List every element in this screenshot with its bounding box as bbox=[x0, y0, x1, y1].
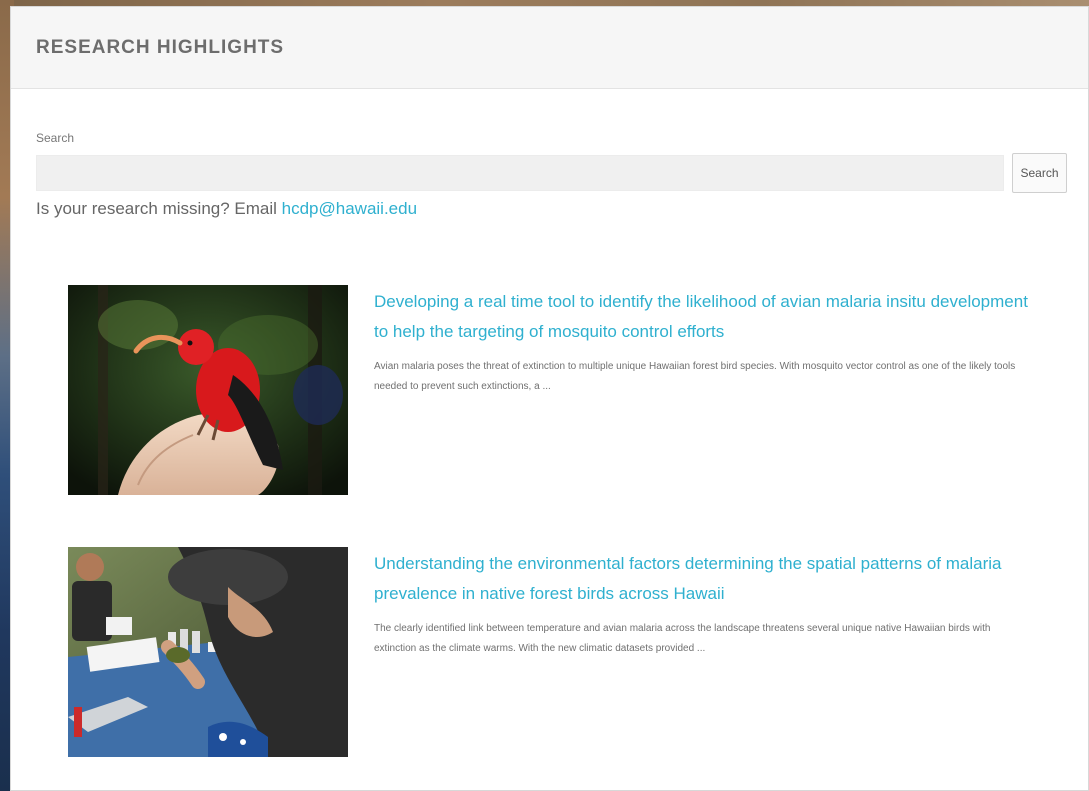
contact-email-link[interactable]: hcdp@hawaii.edu bbox=[282, 199, 417, 218]
missing-research-text: Is your research missing? Email bbox=[36, 199, 282, 218]
list-item: Understanding the environmental factors … bbox=[68, 547, 1088, 790]
missing-research-line: Is your research missing? Email hcdp@haw… bbox=[36, 199, 1067, 219]
results-list: Developing a real time tool to identify … bbox=[11, 219, 1088, 790]
list-item: Developing a real time tool to identify … bbox=[68, 285, 1088, 547]
search-button[interactable]: Search bbox=[1012, 153, 1067, 193]
result-title-link[interactable]: Understanding the environmental factors … bbox=[374, 549, 1028, 609]
research-highlights-panel: RESEARCH HIGHLIGHTS Search Search Is you… bbox=[10, 6, 1089, 791]
search-row: Search bbox=[36, 153, 1067, 193]
result-title-link[interactable]: Developing a real time tool to identify … bbox=[374, 287, 1028, 347]
result-body: Developing a real time tool to identify … bbox=[348, 285, 1028, 547]
bird-photo-icon bbox=[68, 285, 348, 495]
result-excerpt: Avian malaria poses the threat of extinc… bbox=[374, 361, 1016, 392]
result-body: Understanding the environmental factors … bbox=[348, 547, 1028, 790]
field-research-photo-icon bbox=[68, 547, 348, 757]
search-block: Search Search Is your research missing? … bbox=[11, 89, 1088, 219]
page-title: RESEARCH HIGHLIGHTS bbox=[36, 36, 285, 58]
result-thumbnail-field-work[interactable] bbox=[68, 547, 348, 757]
result-excerpt: The clearly identified link between temp… bbox=[374, 623, 991, 654]
search-label: Search bbox=[36, 131, 75, 145]
search-input[interactable] bbox=[36, 155, 1004, 191]
panel-header: RESEARCH HIGHLIGHTS bbox=[11, 7, 1088, 89]
result-thumbnail-bird[interactable] bbox=[68, 285, 348, 495]
